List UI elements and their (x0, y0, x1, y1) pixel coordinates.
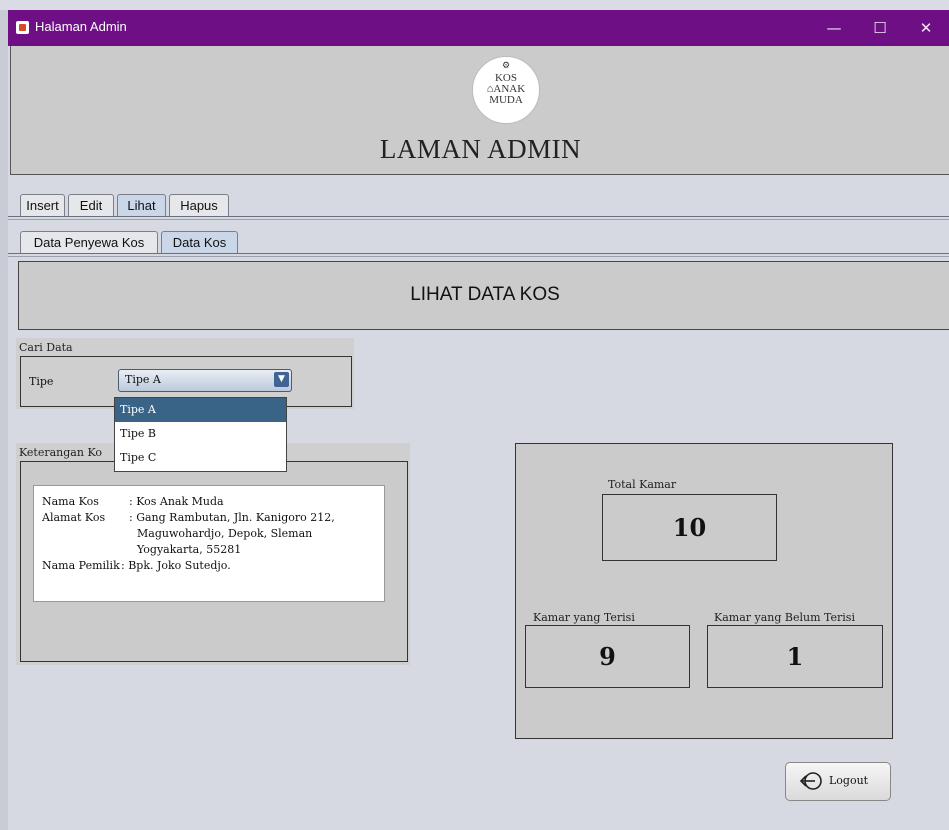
kamar-belum-terisi-label: Kamar yang Belum Terisi (714, 611, 855, 624)
app-header: ⚙ KOS ⌂ANAK MUDA LAMAN ADMIN (10, 46, 949, 175)
logout-icon (799, 772, 822, 790)
kamar-terisi-label: Kamar yang Terisi (533, 611, 635, 624)
type-dropdown-list: Tipe A Tipe B Tipe C (114, 397, 287, 472)
info-value: Yogyakarta, 55281 (137, 543, 242, 556)
page-title: LAMAN ADMIN (379, 134, 582, 164)
info-box: Nama Kos : Kos Anak Muda Alamat Kos : Ga… (20, 461, 408, 662)
info-panel: Keterangan Ko Nama Kos : Kos Anak Muda A… (16, 443, 410, 665)
info-value: : Bpk. Joko Sutedjo. (121, 559, 231, 572)
room-stats-panel: Total Kamar 10 Kamar yang Terisi 9 Kamar… (515, 443, 893, 739)
minimize-button[interactable]: — (811, 10, 857, 46)
window-title: Halaman Admin (35, 19, 127, 34)
section-header: LIHAT DATA KOS (18, 261, 949, 330)
desktop-edge (0, 10, 8, 830)
type-combobox-value: Tipe A (125, 373, 161, 386)
kos-anak-muda-logo: ⚙ KOS ⌂ANAK MUDA (472, 56, 540, 124)
info-value: : Gang Rambutan, Jln. Kanigoro 212, (129, 511, 335, 524)
total-kamar-value: 10 (602, 494, 777, 561)
close-button[interactable]: ✕ (903, 10, 949, 46)
info-value: : Kos Anak Muda (129, 495, 224, 508)
tab-hapus[interactable]: Hapus (169, 194, 229, 216)
tab-edit[interactable]: Edit (68, 194, 114, 216)
info-key: Nama Kos (42, 495, 99, 508)
kamar-belum-terisi-value: 1 (707, 625, 883, 688)
tab-data-kos[interactable]: Data Kos (161, 231, 238, 253)
main-tab-bar: Insert Edit Lihat Hapus (20, 194, 949, 216)
logout-button[interactable]: Logout (785, 762, 891, 801)
desktop-background (0, 0, 949, 10)
info-value: Maguwohardjo, Depok, Sleman (137, 527, 313, 540)
title-bar[interactable]: Halaman Admin — ☐ ✕ (8, 10, 949, 46)
dropdown-option-tipe-b[interactable]: Tipe B (115, 422, 286, 446)
type-combobox[interactable]: Tipe A ▼ (118, 369, 292, 392)
info-key: Alamat Kos (42, 511, 106, 524)
logout-label: Logout (829, 774, 869, 787)
tab-insert[interactable]: Insert (20, 194, 65, 216)
logo-line: MUDA (489, 94, 523, 106)
info-key: Nama Pemilik (42, 559, 120, 572)
section-title: LIHAT DATA KOS (410, 284, 560, 305)
chevron-down-icon[interactable]: ▼ (274, 372, 289, 387)
tab-data-penyewa-kos[interactable]: Data Penyewa Kos (20, 231, 158, 253)
info-group-label: Keterangan Ko (19, 446, 102, 459)
gear-icon: ⚙ (501, 60, 511, 70)
dropdown-option-tipe-a[interactable]: Tipe A (115, 398, 286, 422)
app-window: Halaman Admin — ☐ ✕ ⚙ KOS ⌂ANAK MUDA LAM… (8, 10, 949, 830)
kamar-terisi-value: 9 (525, 625, 690, 688)
search-group-label: Cari Data (19, 341, 73, 354)
info-text-area[interactable]: Nama Kos : Kos Anak Muda Alamat Kos : Ga… (33, 485, 385, 602)
sub-tab-bar: Data Penyewa Kos Data Kos (20, 231, 949, 253)
maximize-button[interactable]: ☐ (857, 10, 903, 46)
type-label: Tipe (29, 375, 54, 388)
main-tab-divider (8, 216, 949, 220)
java-app-icon (16, 21, 29, 34)
dropdown-option-tipe-c[interactable]: Tipe C (115, 446, 286, 470)
total-kamar-label: Total Kamar (608, 478, 677, 491)
tab-lihat[interactable]: Lihat (117, 194, 166, 216)
sub-tab-divider (8, 253, 949, 257)
